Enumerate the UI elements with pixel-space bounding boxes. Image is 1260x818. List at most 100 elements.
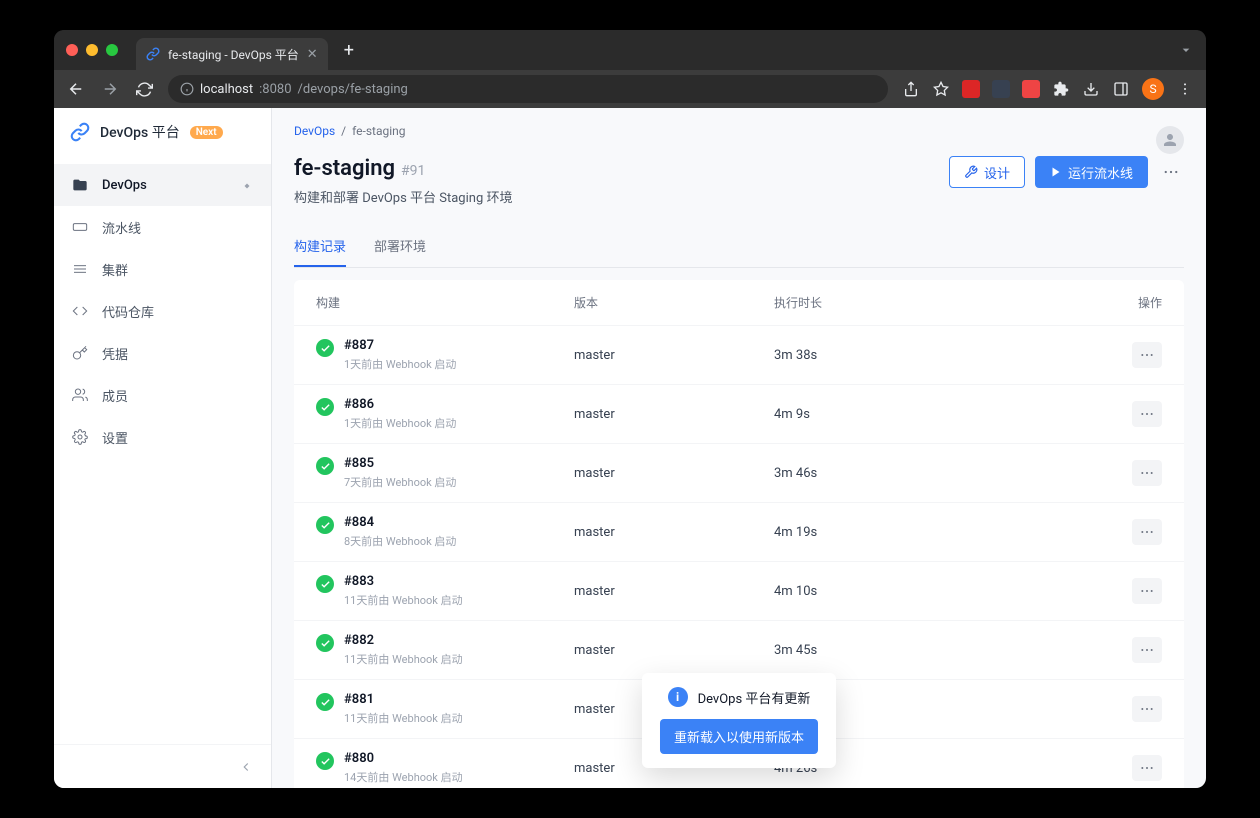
main: DevOps / fe-staging fe-staging #91 构建和部署… [272, 108, 1206, 788]
page-description: 构建和部署 DevOps 平台 Staging 环境 [294, 187, 512, 206]
build-version: master [574, 348, 774, 363]
addressbar: localhost:8080/devops/fe-staging S [54, 70, 1206, 108]
table-row[interactable]: #886 1天前由 Webhook 启动 master 4m 9s [294, 384, 1184, 443]
extension-pocket-icon[interactable] [1022, 80, 1040, 98]
extensions-icon[interactable] [1052, 80, 1070, 98]
share-icon[interactable] [902, 80, 920, 98]
update-toast: i DevOps 平台有更新 重新载入以使用新版本 [642, 673, 836, 768]
window-close[interactable] [66, 44, 78, 56]
th-build: 构建 [316, 294, 574, 311]
folder-icon [72, 177, 88, 193]
table-row[interactable]: #882 11天前由 Webhook 启动 master 3m 45s [294, 620, 1184, 679]
table-row[interactable]: #883 11天前由 Webhook 启动 master 4m 10s [294, 561, 1184, 620]
status-success-icon [316, 693, 334, 711]
page-header: fe-staging #91 构建和部署 DevOps 平台 Staging 环… [294, 156, 1184, 206]
build-duration: 4m 9s [774, 407, 1102, 422]
build-number: #885 [344, 456, 456, 471]
design-button[interactable]: 设计 [949, 156, 1025, 188]
tab-build-records[interactable]: 构建记录 [294, 226, 346, 267]
sidebar-item-members[interactable]: 成员 [54, 374, 271, 416]
sidebar-item-credentials[interactable]: 凭据 [54, 332, 271, 374]
tabs-overflow-icon[interactable] [1178, 42, 1194, 58]
browser-window: fe-staging - DevOps 平台 ✕ + localhost:808… [54, 30, 1206, 788]
tab-deploy-env[interactable]: 部署环境 [374, 226, 426, 267]
sidepanel-icon[interactable] [1112, 80, 1130, 98]
url-input[interactable]: localhost:8080/devops/fe-staging [168, 75, 888, 103]
sidebar-item-label: 流水线 [102, 218, 141, 237]
row-actions-icon[interactable] [1132, 696, 1162, 722]
status-success-icon [316, 575, 334, 593]
toast-message: DevOps 平台有更新 [698, 688, 811, 707]
tab-favicon-icon [146, 47, 160, 61]
key-icon [72, 345, 88, 361]
row-actions-icon[interactable] [1132, 755, 1162, 781]
next-badge: Next [190, 126, 223, 139]
build-meta: 11天前由 Webhook 启动 [344, 592, 463, 608]
table-row[interactable]: #887 1天前由 Webhook 启动 master 3m 38s [294, 325, 1184, 384]
build-version: master [574, 407, 774, 422]
download-icon[interactable] [1082, 80, 1100, 98]
menu-icon[interactable] [1176, 80, 1194, 98]
tab-title: fe-staging - DevOps 平台 [168, 46, 299, 63]
user-avatar[interactable] [1156, 126, 1184, 154]
nav-back-icon[interactable] [66, 79, 86, 99]
sidebar-footer [54, 744, 271, 788]
site-info-icon[interactable] [180, 82, 194, 96]
browser-tab[interactable]: fe-staging - DevOps 平台 ✕ [136, 38, 328, 70]
build-meta: 1天前由 Webhook 启动 [344, 356, 456, 372]
table-row[interactable]: #885 7天前由 Webhook 启动 master 3m 46s [294, 443, 1184, 502]
build-duration: 3m 45s [774, 643, 1102, 658]
users-icon [72, 387, 88, 403]
sidebar-item-label: 集群 [102, 260, 128, 279]
sidebar-item-cluster[interactable]: 集群 [54, 248, 271, 290]
extension-icon-1[interactable] [962, 80, 980, 98]
build-meta: 7天前由 Webhook 启动 [344, 474, 456, 490]
more-actions-icon[interactable] [1158, 163, 1184, 181]
page-id-tag: #91 [401, 163, 425, 179]
profile-avatar[interactable]: S [1142, 78, 1164, 100]
sidebar-item-settings[interactable]: 设置 [54, 416, 271, 458]
sidebar-nav: DevOps 流水线 集群 代码仓库 [54, 156, 271, 744]
table-row[interactable]: #884 8天前由 Webhook 启动 master 4m 19s [294, 502, 1184, 561]
sidebar-item-devops[interactable]: DevOps [54, 164, 271, 206]
sidebar-item-label: 成员 [102, 386, 128, 405]
new-tab-button[interactable]: + [344, 40, 354, 61]
url-port: :8080 [259, 82, 291, 97]
extension-icon-2[interactable] [992, 80, 1010, 98]
sidebar-item-pipeline[interactable]: 流水线 [54, 206, 271, 248]
row-actions-icon[interactable] [1132, 401, 1162, 427]
bookmark-icon[interactable] [932, 80, 950, 98]
url-path: /devops/fe-staging [298, 82, 408, 97]
window-minimize[interactable] [86, 44, 98, 56]
row-actions-icon[interactable] [1132, 460, 1162, 486]
content-area: DevOps 平台 Next DevOps 流水线 集群 [54, 108, 1206, 788]
sidebar-item-label: 设置 [102, 428, 128, 447]
breadcrumb: DevOps / fe-staging [294, 124, 1184, 138]
build-meta: 11天前由 Webhook 启动 [344, 651, 463, 667]
row-actions-icon[interactable] [1132, 637, 1162, 663]
run-pipeline-button[interactable]: 运行流水线 [1035, 156, 1148, 188]
reload-button[interactable]: 重新载入以使用新版本 [660, 719, 818, 754]
tabs: 构建记录 部署环境 [294, 226, 1184, 268]
sidebar-header: DevOps 平台 Next [54, 108, 271, 156]
tab-close-icon[interactable]: ✕ [307, 47, 318, 62]
nav-reload-icon[interactable] [134, 79, 154, 99]
cluster-icon [72, 261, 88, 277]
breadcrumb-root[interactable]: DevOps [294, 124, 335, 138]
collapse-sidebar-icon[interactable] [239, 760, 253, 774]
build-number: #881 [344, 692, 463, 707]
status-success-icon [316, 752, 334, 770]
sidebar-item-repo[interactable]: 代码仓库 [54, 290, 271, 332]
build-meta: 1天前由 Webhook 启动 [344, 415, 456, 431]
row-actions-icon[interactable] [1132, 578, 1162, 604]
build-number: #887 [344, 338, 456, 353]
page-actions: 设计 运行流水线 [949, 156, 1184, 188]
toolbar-right: S [902, 78, 1194, 100]
build-version: master [574, 466, 774, 481]
window-maximize[interactable] [106, 44, 118, 56]
code-icon [72, 303, 88, 319]
nav-forward-icon[interactable] [100, 79, 120, 99]
row-actions-icon[interactable] [1132, 519, 1162, 545]
traffic-lights [66, 44, 118, 56]
row-actions-icon[interactable] [1132, 342, 1162, 368]
